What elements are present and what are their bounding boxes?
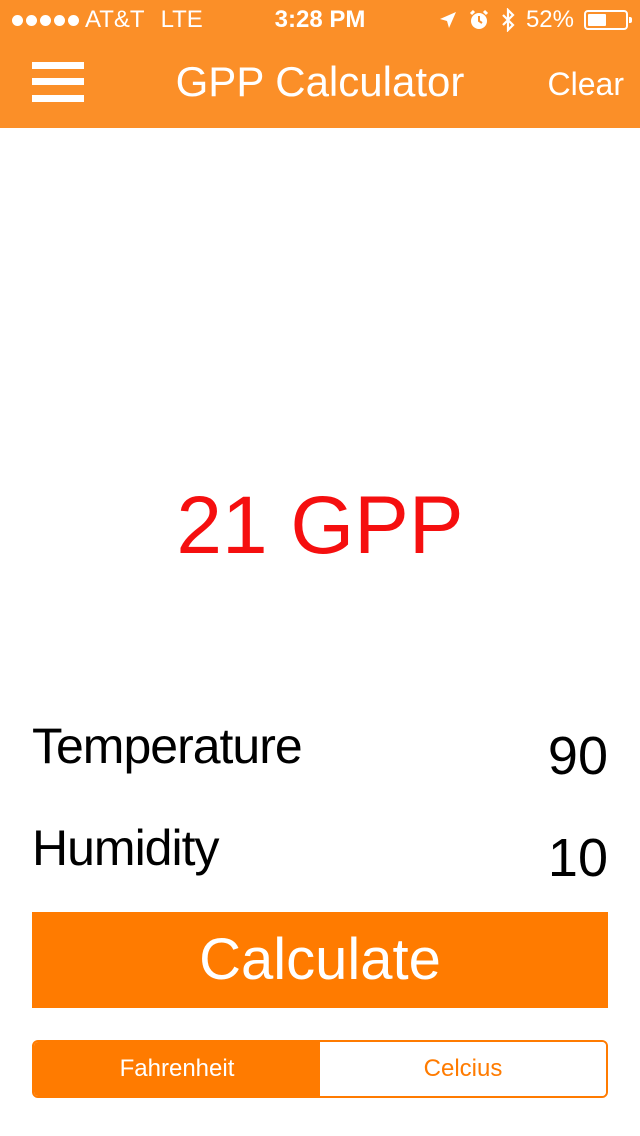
status-right: 52% (438, 6, 632, 34)
nav-bar: GPP Calculator Clear (0, 40, 640, 128)
battery-percent: 52% (525, 6, 574, 33)
header: AT&T LTE 3:28 PM 52% GPP Calculator Clea… (0, 0, 640, 128)
calculate-button[interactable]: Calculate (32, 912, 608, 1008)
battery-icon (584, 10, 632, 30)
humidity-row: Humidity (32, 818, 608, 898)
temperature-input[interactable] (408, 726, 608, 786)
alarm-clock-icon (469, 9, 489, 29)
page-title: GPP Calculator (175, 58, 465, 105)
temperature-row: Temperature (32, 716, 608, 796)
gpp-result: 21 GPP (176, 480, 464, 571)
fahrenheit-option[interactable]: Fahrenheit (34, 1042, 320, 1096)
temperature-label: Temperature (32, 718, 303, 774)
unit-toggle: Fahrenheit Celcius (32, 1040, 608, 1098)
humidity-label: Humidity (32, 820, 219, 876)
bluetooth-icon (502, 8, 515, 32)
location-arrow-icon (439, 12, 456, 28)
status-bar: AT&T LTE 3:28 PM 52% (0, 0, 640, 40)
clear-button[interactable]: Clear (548, 64, 624, 104)
humidity-input[interactable] (408, 828, 608, 888)
celcius-option[interactable]: Celcius (320, 1042, 606, 1096)
